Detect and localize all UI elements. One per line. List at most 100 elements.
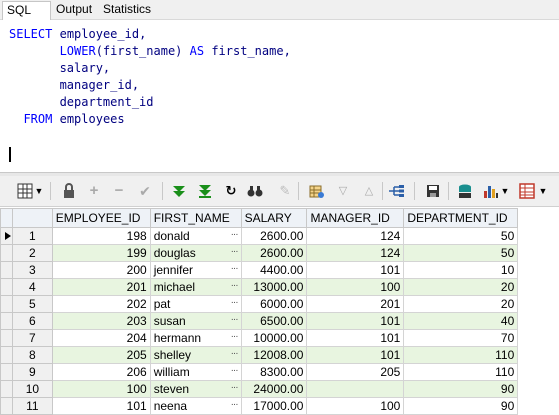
- cell-employee-id[interactable]: 201: [51, 278, 151, 296]
- apply-icon[interactable]: ✔: [136, 182, 154, 200]
- cell-salary[interactable]: 2600.00: [240, 244, 308, 262]
- cell-salary[interactable]: 17000.00: [240, 397, 308, 415]
- table-row[interactable]: 7 204 hermann ··· 10000.00 101 70: [0, 329, 559, 347]
- cell-employee-id[interactable]: 206: [51, 363, 151, 381]
- cell-employee-id[interactable]: 205: [51, 346, 151, 364]
- column-header-employee-id[interactable]: EMPLOYEE_ID: [51, 208, 151, 228]
- cell-first-name[interactable]: douglas ···: [149, 244, 242, 262]
- table-row[interactable]: 11 101 neena ··· 17000.00 100 90: [0, 397, 559, 415]
- cell-edit-ellipsis-icon[interactable]: ···: [231, 399, 239, 410]
- row-number[interactable]: 8: [11, 346, 53, 364]
- cell-edit-ellipsis-icon[interactable]: ···: [231, 331, 239, 342]
- cell-manager-id[interactable]: 100: [306, 278, 405, 296]
- cell-first-name[interactable]: steven ···: [149, 380, 242, 398]
- grid-icon[interactable]: [16, 182, 34, 200]
- table-row[interactable]: 10 100 steven ··· 24000.00 90: [0, 380, 559, 398]
- filter-down-icon[interactable]: [170, 182, 188, 200]
- sort-up-icon[interactable]: △: [360, 182, 378, 200]
- row-number[interactable]: 1: [11, 227, 53, 245]
- column-header-salary[interactable]: SALARY: [240, 208, 308, 228]
- cell-department-id[interactable]: 110: [403, 346, 519, 364]
- cell-department-id[interactable]: 50: [403, 244, 519, 262]
- cell-employee-id[interactable]: 203: [51, 312, 151, 330]
- cell-salary[interactable]: 2600.00: [240, 227, 308, 245]
- cell-department-id[interactable]: 70: [403, 329, 519, 347]
- cell-first-name[interactable]: susan ···: [149, 312, 242, 330]
- lock-icon[interactable]: [60, 182, 78, 200]
- row-indicator[interactable]: [0, 227, 13, 245]
- cell-edit-ellipsis-icon[interactable]: ···: [231, 280, 239, 291]
- grid-view-icon[interactable]: [308, 182, 326, 200]
- chevron-down-icon[interactable]: ▼: [538, 182, 548, 200]
- column-header-manager-id[interactable]: MANAGER_ID: [306, 208, 405, 228]
- cell-manager-id[interactable]: 124: [306, 244, 405, 262]
- cell-edit-ellipsis-icon[interactable]: ···: [231, 314, 239, 325]
- cell-salary[interactable]: 6000.00: [240, 295, 308, 313]
- cell-salary[interactable]: 10000.00: [240, 329, 308, 347]
- cell-salary[interactable]: 6500.00: [240, 312, 308, 330]
- find-icon[interactable]: [246, 182, 264, 200]
- chevron-down-icon[interactable]: ▼: [34, 182, 44, 200]
- table-row[interactable]: 6 203 susan ··· 6500.00 101 40: [0, 312, 559, 330]
- cell-department-id[interactable]: 40: [403, 312, 519, 330]
- table-row[interactable]: 1 198 donald ··· 2600.00 124 50: [0, 227, 559, 245]
- sql-editor[interactable]: SELECT employee_id, LOWER(first_name) AS…: [0, 20, 559, 173]
- cell-salary[interactable]: 4400.00: [240, 261, 308, 279]
- cell-department-id[interactable]: 90: [403, 380, 519, 398]
- row-indicator[interactable]: [0, 380, 13, 398]
- cell-salary[interactable]: 8300.00: [240, 363, 308, 381]
- filter-all-icon[interactable]: [196, 182, 214, 200]
- cell-employee-id[interactable]: 202: [51, 295, 151, 313]
- row-indicator[interactable]: [0, 397, 13, 415]
- row-number[interactable]: 10: [11, 380, 53, 398]
- table-row[interactable]: 2 199 douglas ··· 2600.00 124 50: [0, 244, 559, 262]
- cell-edit-ellipsis-icon[interactable]: ···: [231, 348, 239, 359]
- cell-manager-id[interactable]: 101: [306, 346, 405, 364]
- cell-manager-id[interactable]: 101: [306, 312, 405, 330]
- cell-edit-ellipsis-icon[interactable]: ···: [231, 365, 239, 376]
- row-indicator[interactable]: [0, 261, 13, 279]
- row-number[interactable]: 11: [11, 397, 53, 415]
- column-header-department-id[interactable]: DEPARTMENT_ID: [403, 208, 519, 228]
- cell-salary[interactable]: 24000.00: [240, 380, 308, 398]
- save-icon[interactable]: [424, 182, 442, 200]
- cell-department-id[interactable]: 10: [403, 261, 519, 279]
- cell-edit-ellipsis-icon[interactable]: ···: [231, 263, 239, 274]
- row-indicator[interactable]: [0, 295, 13, 313]
- cell-first-name[interactable]: hermann ···: [149, 329, 242, 347]
- sort-down-icon[interactable]: ▽: [334, 182, 352, 200]
- row-number[interactable]: 6: [11, 312, 53, 330]
- cell-edit-ellipsis-icon[interactable]: ···: [231, 297, 239, 308]
- table-row[interactable]: 3 200 jennifer ··· 4400.00 101 10: [0, 261, 559, 279]
- cell-first-name[interactable]: neena ···: [149, 397, 242, 415]
- chart-link-icon[interactable]: [388, 182, 406, 200]
- cell-employee-id[interactable]: 101: [51, 397, 151, 415]
- table-row[interactable]: 4 201 michael ··· 13000.00 100 20: [0, 278, 559, 296]
- cell-employee-id[interactable]: 200: [51, 261, 151, 279]
- cell-manager-id[interactable]: 205: [306, 363, 405, 381]
- cell-manager-id[interactable]: 124: [306, 227, 405, 245]
- cell-employee-id[interactable]: 198: [51, 227, 151, 245]
- cell-department-id[interactable]: 110: [403, 363, 519, 381]
- row-indicator[interactable]: [0, 346, 13, 364]
- export-icon[interactable]: [456, 182, 474, 200]
- cell-department-id[interactable]: 90: [403, 397, 519, 415]
- cell-first-name[interactable]: michael ···: [149, 278, 242, 296]
- column-header-first-name[interactable]: FIRST_NAME: [149, 208, 242, 228]
- cell-first-name[interactable]: william ···: [149, 363, 242, 381]
- row-number[interactable]: 3: [11, 261, 53, 279]
- cell-department-id[interactable]: 20: [403, 278, 519, 296]
- remove-icon[interactable]: −: [110, 182, 128, 200]
- cell-manager-id[interactable]: 100: [306, 397, 405, 415]
- cell-employee-id[interactable]: 100: [51, 380, 151, 398]
- cell-manager-id[interactable]: 101: [306, 261, 405, 279]
- row-number[interactable]: 5: [11, 295, 53, 313]
- row-indicator[interactable]: [0, 278, 13, 296]
- cell-edit-ellipsis-icon[interactable]: ···: [231, 382, 239, 393]
- table-row[interactable]: 8 205 shelley ··· 12008.00 101 110: [0, 346, 559, 364]
- cell-department-id[interactable]: 20: [403, 295, 519, 313]
- cell-manager-id[interactable]: 101: [306, 329, 405, 347]
- chevron-down-icon[interactable]: ▼: [500, 182, 510, 200]
- row-indicator[interactable]: [0, 244, 13, 262]
- cell-department-id[interactable]: 50: [403, 227, 519, 245]
